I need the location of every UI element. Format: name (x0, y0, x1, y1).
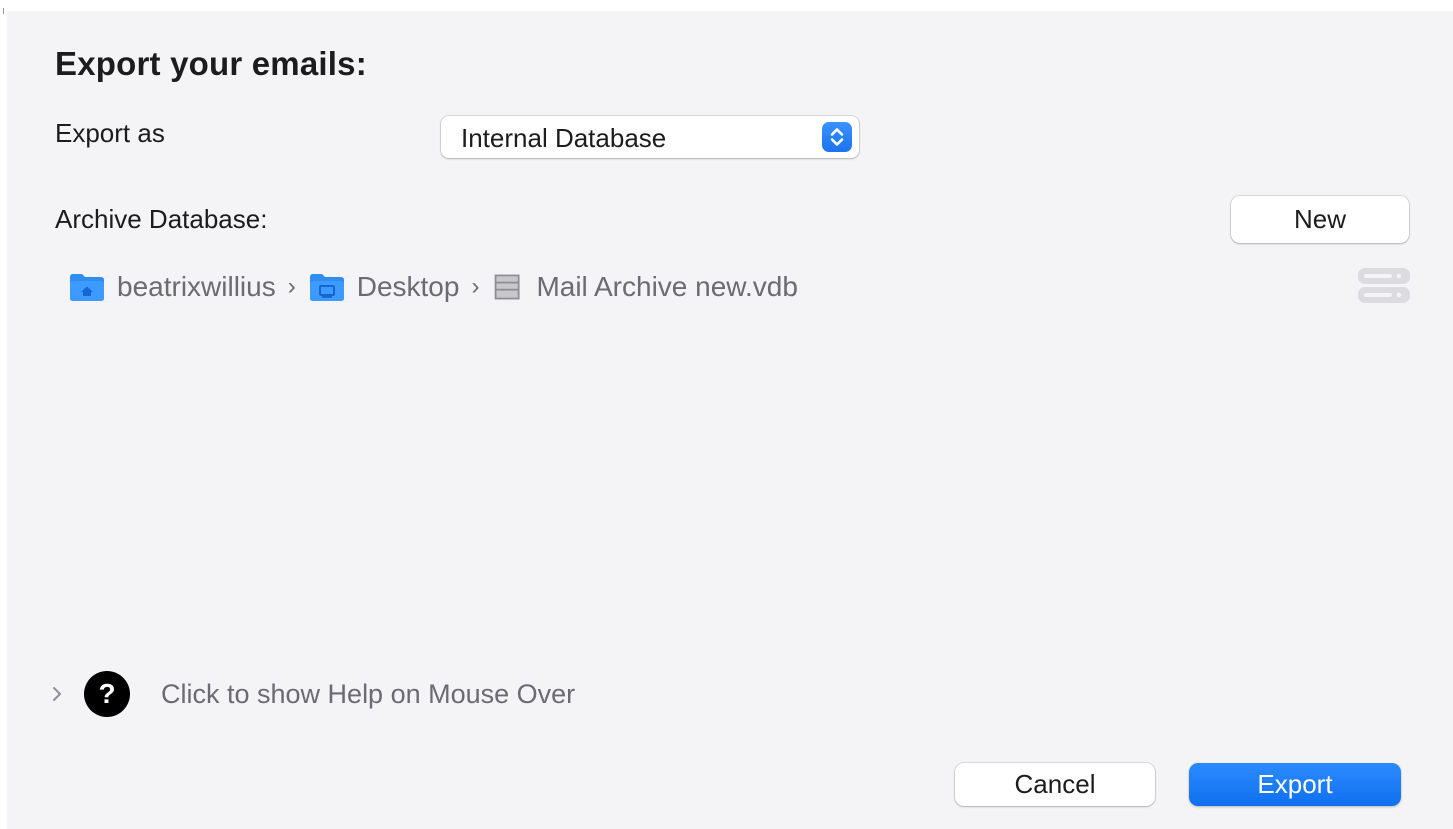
export-dialog: Export your emails: Export as Internal D… (7, 11, 1453, 829)
help-toggle-text[interactable]: Click to show Help on Mouse Over (161, 679, 575, 710)
help-question-icon[interactable]: ? (83, 670, 131, 718)
path-control: beatrixwillius › Desktop › Mail Archive … (69, 268, 798, 306)
disclosure-chevron-icon[interactable] (45, 682, 69, 706)
export-format-value: Internal Database (461, 123, 667, 153)
export-format-select[interactable]: Internal Database (441, 116, 859, 158)
home-folder-icon (70, 274, 104, 301)
up-down-chevron-icon (822, 122, 852, 152)
cancel-button[interactable]: Cancel (955, 763, 1155, 806)
database-file-icon (495, 274, 520, 300)
path-item-label: Desktop (356, 271, 460, 302)
path-item-desktop[interactable]: Desktop (309, 271, 460, 303)
desktop-folder-icon (309, 274, 344, 301)
path-item-label: Mail Archive new.vdb (536, 271, 798, 302)
archive-database-label: Archive Database: (55, 204, 268, 234)
help-row: ? Click to show Help on Mouse Over (45, 670, 575, 718)
chevron-right-icon: › (471, 273, 480, 300)
path-item-label: beatrixwillius (117, 271, 276, 302)
new-database-button[interactable]: New (1231, 196, 1409, 243)
window-corner-mark (3, 8, 4, 14)
chevron-right-icon: › (287, 273, 296, 300)
server-icon[interactable] (1358, 268, 1410, 304)
path-item-database-file[interactable]: Mail Archive new.vdb (492, 271, 798, 303)
export-button[interactable]: Export (1189, 763, 1401, 806)
export-as-label: Export as (55, 118, 165, 148)
dialog-title: Export your emails: (55, 45, 367, 82)
path-item-home[interactable]: beatrixwillius (69, 271, 276, 303)
svg-text:?: ? (98, 678, 115, 709)
